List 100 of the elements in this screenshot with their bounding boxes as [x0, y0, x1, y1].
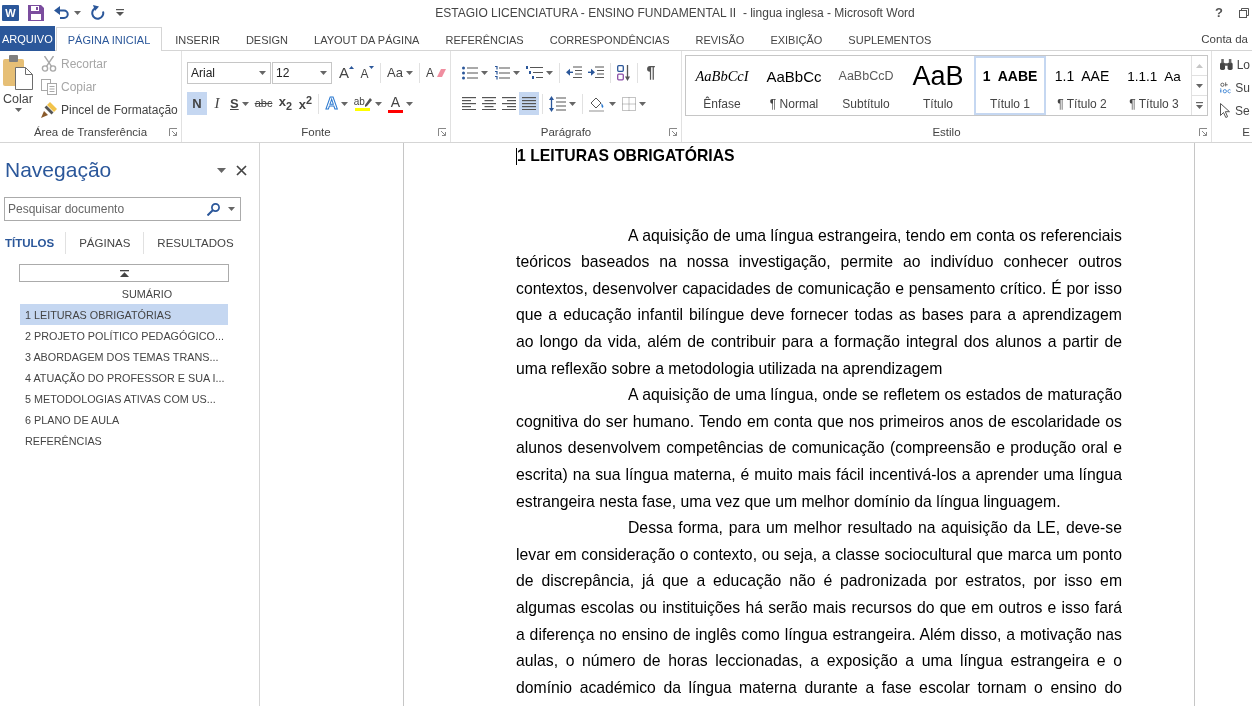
up-triangle-icon: [349, 66, 354, 69]
caret-icon: [569, 101, 576, 106]
ribbon-tab[interactable]: SUPLEMENTOS: [835, 27, 945, 51]
ribbon-tab[interactable]: REVISÃO: [682, 27, 758, 51]
select-button[interactable]: Se: [1218, 99, 1252, 122]
save-button[interactable]: [27, 2, 45, 23]
font-size-field[interactable]: 12: [272, 61, 332, 84]
sort-icon: [617, 64, 631, 81]
style-item[interactable]: AaBbCcD Subtítulo: [830, 56, 902, 115]
style-item[interactable]: 1.1 AAE ¶ Título 2: [1046, 56, 1118, 115]
corner-arrow-icon: [669, 128, 677, 136]
heading-item[interactable]: REFERÊNCIAS: [20, 430, 228, 451]
heading-item[interactable]: 1 LEITURAS OBRIGATÓRIAS: [20, 304, 228, 325]
dialog-launcher-button[interactable]: [1199, 128, 1207, 136]
corner-arrow-icon: [438, 128, 446, 136]
caret-icon: [374, 101, 382, 106]
caret-icon: [639, 101, 646, 106]
body-paragraph: A aquisição de uma língua, onde se refletem os estados de maturação cognitiva do ser humano. Tendo em conta que nos primeiros anos de escolaridade os alunos desenvolvem competências de comunicação (compreensão e produção oral e escrita) na sua língua materna, é muito mais fácil incentivá-los a aprender uma língua estrangeira nesta fase, uma vez que um melhor domínio da língua linguagem.: [516, 385, 1122, 512]
copy-icon: [41, 78, 57, 95]
ribbon-tab[interactable]: DESIGN: [232, 27, 302, 51]
redo-button[interactable]: [90, 2, 107, 23]
help-button[interactable]: ?: [1213, 5, 1225, 20]
caret-icon: [217, 167, 226, 173]
heading-item[interactable]: 5 METODOLOGIAS ATIVAS COM US...: [20, 388, 228, 409]
font-name-field[interactable]: Arial: [187, 61, 271, 84]
eraser-icon: [436, 68, 446, 77]
clear-formatting-button[interactable]: A: [422, 61, 449, 84]
caret-icon: [259, 70, 266, 75]
caret-icon: [481, 70, 488, 75]
underline-button[interactable]: S: [227, 92, 252, 115]
ribbon-tab[interactable]: LAYOUT DA PÁGINA: [301, 27, 433, 51]
window-restore-icon[interactable]: [1239, 7, 1249, 18]
ribbon-tab[interactable]: REFERÊNCIAS: [432, 27, 537, 51]
replace-icon: [1220, 80, 1232, 95]
undo-icon: [54, 5, 70, 20]
change-case-button[interactable]: Aa: [384, 61, 416, 84]
pane-tab[interactable]: PÁGINAS: [65, 232, 144, 254]
more-caret-icon: [1196, 102, 1203, 109]
corner-arrow-icon: [1199, 128, 1207, 136]
collapse-icon: [119, 269, 129, 277]
caret-icon: [340, 101, 348, 106]
ribbon-tab[interactable]: INSERIR: [162, 27, 233, 51]
alignment-icon: [522, 97, 536, 110]
ribbon-tab[interactable]: PÁGINA INICIAL: [55, 27, 163, 51]
style-item[interactable]: AaB Título: [902, 56, 974, 115]
binoculars-icon: [1220, 58, 1233, 71]
find-button[interactable]: Lo: [1218, 53, 1252, 76]
dialog-launcher-button[interactable]: [169, 128, 177, 136]
format-painter-button[interactable]: Pincel de Formatação: [39, 98, 180, 121]
ribbon-tab[interactable]: CORRESPONDÊNCIAS: [536, 27, 683, 51]
pane-tab[interactable]: TÍTULOS: [0, 232, 66, 254]
pointer-icon: [1220, 103, 1231, 118]
superscript-button[interactable]: x$^{2}$: [295, 92, 316, 115]
indent-icon: [588, 66, 604, 79]
heading-item[interactable]: 3 ABORDAGEM DOS TEMAS TRANS...: [20, 346, 228, 367]
dialog-launcher-button[interactable]: [438, 128, 446, 136]
paintbrush-icon: [41, 101, 57, 118]
style-item[interactable]: 1 AABE Título 1: [974, 56, 1046, 115]
pane-tab[interactable]: RESULTADOS: [143, 232, 247, 254]
caret-icon: [1196, 83, 1203, 88]
replace-button[interactable]: Su: [1218, 76, 1252, 99]
dialog-launcher-button[interactable]: [669, 128, 677, 136]
justify-button[interactable]: [519, 92, 539, 115]
italic-button[interactable]: I: [207, 92, 227, 115]
app-logo[interactable]: W: [2, 4, 19, 21]
font-color-button[interactable]: A: [384, 92, 416, 115]
search-icon[interactable]: [207, 202, 220, 216]
ribbon-tab[interactable]: EXIBIÇÃO: [757, 27, 836, 51]
heading-item[interactable]: SUMÁRIO: [20, 283, 228, 304]
style-item[interactable]: AaBbCc ¶ Normal: [758, 56, 830, 115]
circular-arrow-icon: [91, 4, 106, 21]
paste-button[interactable]: Colar: [0, 51, 36, 122]
shrink-font-button[interactable]: A: [357, 61, 377, 84]
pane-options-button[interactable]: [215, 165, 228, 175]
strikethrough-button[interactable]: abc: [251, 92, 276, 115]
clipboard-icon: [3, 55, 33, 90]
heading-item[interactable]: 2 PROJETO POLÍTICO PEDAGÓGICO...: [20, 325, 228, 346]
multilevel-list-icon: [526, 65, 543, 80]
subscript-button[interactable]: x$_{2}$: [275, 92, 296, 115]
pen-icon: [364, 97, 372, 107]
highlight-button[interactable]: ab: [350, 92, 385, 115]
show-marks-button[interactable]: ¶: [641, 61, 661, 84]
text-effects-button[interactable]: A: [322, 92, 351, 115]
close-button[interactable]: [234, 162, 249, 178]
account-link[interactable]: Conta da: [1201, 33, 1252, 50]
bold-button[interactable]: N: [187, 92, 207, 115]
heading-item[interactable]: 4 ATUAÇÃO DO PROFESSOR E SUA I...: [20, 367, 228, 388]
caret-icon: [14, 108, 22, 112]
caret-icon: [241, 101, 249, 106]
style-item[interactable]: AaBbCcI Ênfase: [686, 56, 758, 115]
caret-icon[interactable]: [228, 207, 235, 211]
search-field[interactable]: Pesquisar documento: [4, 197, 241, 221]
text-cursor: [516, 147, 517, 165]
style-item[interactable]: 1.1.1 Aa ¶ Título 3: [1118, 56, 1190, 115]
grow-font-button[interactable]: A: [336, 61, 357, 84]
file-tab[interactable]: ARQUIVO: [0, 26, 55, 51]
heading-item[interactable]: 6 PLANO DE AULA: [20, 409, 228, 430]
scissors-icon: [41, 55, 57, 72]
outdent-icon: [566, 66, 582, 79]
group-label: Fonte: [301, 126, 331, 138]
